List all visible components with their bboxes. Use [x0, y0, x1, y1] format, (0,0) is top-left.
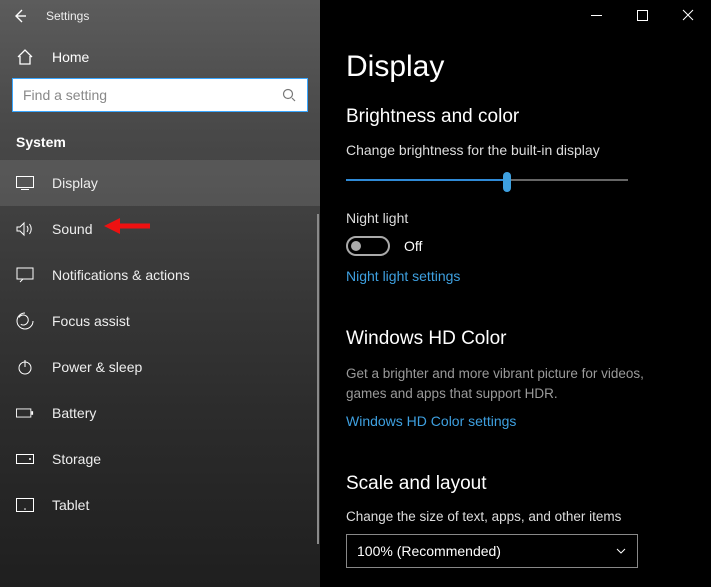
display-icon	[16, 174, 34, 192]
brightness-heading: Brightness and color	[346, 106, 685, 128]
arrow-left-icon	[11, 7, 29, 25]
nav-label: Notifications & actions	[52, 267, 190, 283]
close-icon	[682, 9, 694, 21]
settings-window: Settings Home System Display	[0, 0, 711, 587]
nightlight-settings-link[interactable]: Night light settings	[346, 268, 460, 284]
scale-dropdown[interactable]: 100% (Recommended)	[346, 534, 638, 568]
nav-item-display[interactable]: Display	[0, 160, 320, 206]
minimize-icon	[591, 10, 602, 21]
notifications-icon	[16, 266, 34, 284]
hdcolor-settings-link[interactable]: Windows HD Color settings	[346, 413, 516, 429]
nightlight-toggle[interactable]	[346, 236, 390, 256]
nav-item-sound[interactable]: Sound	[0, 206, 320, 252]
nav-label: Tablet	[52, 497, 89, 513]
nav-label: Focus assist	[52, 313, 130, 329]
nav-item-focus-assist[interactable]: Focus assist	[0, 298, 320, 344]
nav-label: Battery	[52, 405, 96, 421]
minimize-button[interactable]	[573, 0, 619, 30]
brightness-label: Change brightness for the built-in displ…	[346, 142, 685, 158]
power-icon	[16, 358, 34, 376]
search-box[interactable]	[12, 78, 308, 112]
tablet-icon	[16, 496, 34, 514]
section-label: System	[0, 124, 320, 160]
nav-item-tablet[interactable]: Tablet	[0, 482, 320, 528]
nav-item-storage[interactable]: Storage	[0, 436, 320, 482]
nav-item-battery[interactable]: Battery	[0, 390, 320, 436]
search-input[interactable]	[23, 87, 281, 103]
search-container	[0, 78, 320, 124]
nightlight-toggle-row: Off	[346, 236, 685, 256]
home-label: Home	[52, 49, 89, 65]
back-button[interactable]	[8, 4, 32, 28]
storage-icon	[16, 450, 34, 468]
sidebar: Settings Home System Display	[0, 0, 320, 587]
nav-item-power-sleep[interactable]: Power & sleep	[0, 344, 320, 390]
page-title: Display	[346, 50, 685, 84]
scale-heading: Scale and layout	[346, 473, 685, 495]
chevron-down-icon	[615, 545, 627, 557]
focus-assist-icon	[16, 312, 34, 330]
nav-label: Display	[52, 175, 98, 191]
slider-thumb[interactable]	[503, 172, 511, 192]
home-icon	[16, 48, 34, 66]
sound-icon	[16, 220, 34, 238]
content: Display Brightness and color Change brig…	[320, 32, 711, 587]
maximize-icon	[637, 10, 648, 21]
scale-label: Change the size of text, apps, and other…	[346, 509, 685, 524]
hdcolor-heading: Windows HD Color	[346, 328, 685, 350]
maximize-button[interactable]	[619, 0, 665, 30]
home-button[interactable]: Home	[0, 32, 320, 78]
nav-item-notifications[interactable]: Notifications & actions	[0, 252, 320, 298]
scale-selected: 100% (Recommended)	[357, 543, 501, 559]
main-panel: Display Brightness and color Change brig…	[320, 0, 711, 587]
battery-icon	[16, 404, 34, 422]
nav-label: Sound	[52, 221, 92, 237]
titlebar-left: Settings	[0, 0, 320, 32]
toggle-knob	[351, 241, 361, 251]
nightlight-state: Off	[404, 238, 422, 254]
nav-label: Storage	[52, 451, 101, 467]
close-button[interactable]	[665, 0, 711, 30]
nav-label: Power & sleep	[52, 359, 142, 375]
nav-list: Display Sound Notifications & actions Fo…	[0, 160, 320, 587]
nightlight-label: Night light	[346, 210, 685, 226]
app-title: Settings	[46, 9, 89, 23]
scrollbar[interactable]	[317, 214, 319, 544]
hdcolor-description: Get a brighter and more vibrant picture …	[346, 364, 685, 403]
search-icon	[281, 87, 297, 103]
slider-fill	[346, 179, 507, 181]
window-controls	[320, 0, 711, 32]
brightness-slider[interactable]	[346, 168, 628, 192]
